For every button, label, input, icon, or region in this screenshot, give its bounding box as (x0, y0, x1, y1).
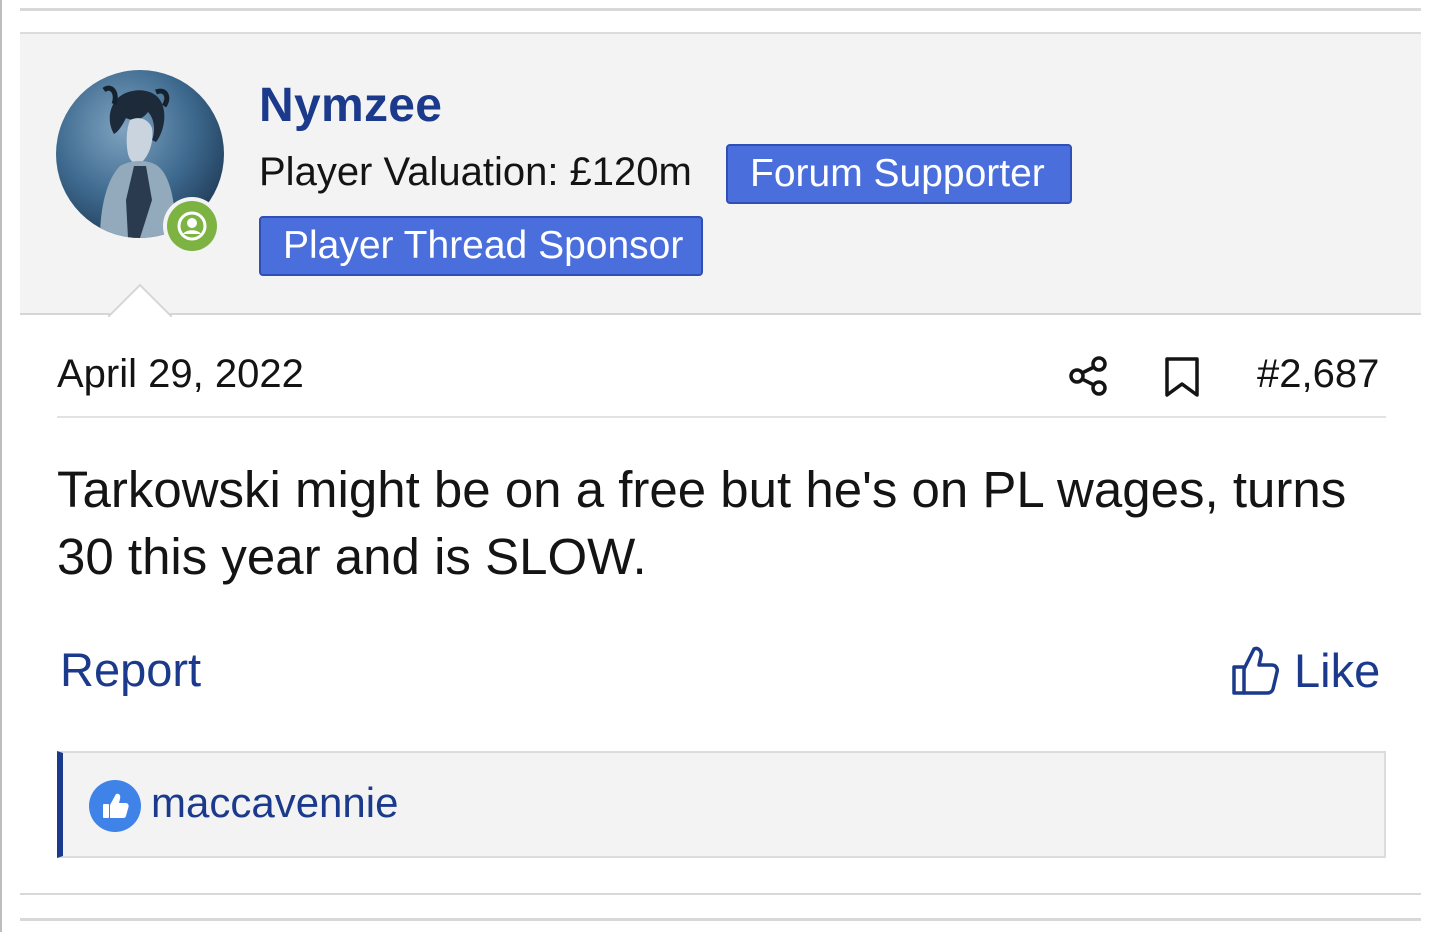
previous-post-divider (20, 8, 1421, 11)
report-link[interactable]: Report (60, 642, 201, 697)
badge-player-thread-sponsor: Player Thread Sponsor (259, 216, 703, 276)
like-button[interactable]: Like (1230, 640, 1380, 700)
post-footer-divider (20, 893, 1421, 895)
reactions-bar[interactable]: maccavennie (57, 751, 1386, 858)
post-author-block: Nymzee Player Valuation: £120m Forum Sup… (20, 32, 1421, 317)
bookmark-icon[interactable] (1163, 356, 1201, 398)
like-label: Like (1294, 643, 1381, 697)
author-block-caret (108, 283, 172, 317)
online-status-icon (167, 201, 217, 251)
post-date[interactable]: April 29, 2022 (57, 352, 304, 397)
next-post-divider (20, 918, 1421, 921)
share-icon[interactable] (1066, 354, 1110, 398)
page-border (0, 0, 2, 932)
author-username[interactable]: Nymzee (259, 78, 442, 133)
badge-forum-supporter: Forum Supporter (726, 144, 1072, 204)
post-header-divider (57, 416, 1386, 418)
like-reaction-icon (89, 780, 141, 832)
post-number-link[interactable]: #2,687 (1257, 352, 1379, 397)
post-body-text: Tarkowski might be on a free but he's on… (57, 461, 1347, 585)
reaction-user-link[interactable]: maccavennie (151, 779, 398, 827)
online-status (163, 197, 221, 255)
thumbs-up-icon (1232, 646, 1279, 695)
author-valuation: Player Valuation: £120m (259, 150, 692, 194)
